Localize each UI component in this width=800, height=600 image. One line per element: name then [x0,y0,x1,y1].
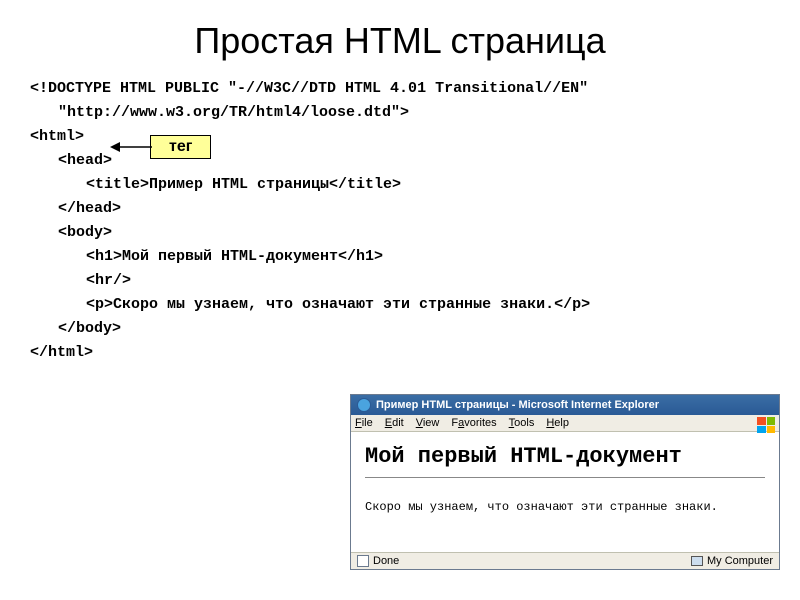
ie-icon [357,398,371,412]
browser-titlebar: Пример HTML страницы - Microsoft Interne… [351,395,779,415]
browser-viewport: Мой первый HTML-документ Скоро мы узнаем… [351,432,779,552]
menu-view[interactable]: View [416,417,440,429]
browser-menubar: File Edit View Favorites Tools Help [351,415,779,432]
computer-icon [691,556,703,566]
windows-logo-icon [757,417,775,433]
browser-window: Пример HTML страницы - Microsoft Interne… [350,394,780,570]
status-zone-text: My Computer [707,555,773,567]
menu-favorites[interactable]: Favorites [451,417,496,429]
menu-file[interactable]: File [355,417,373,429]
browser-statusbar: Done My Computer [351,552,779,569]
callout-arrow [110,140,152,154]
code-title: <title>Пример HTML страницы</title> [30,173,770,197]
slide-title: Простая HTML страница [0,0,800,77]
menu-edit[interactable]: Edit [385,417,404,429]
code-hr: <hr/> [30,269,770,293]
rendered-p: Скоро мы узнаем, что означают эти странн… [365,500,765,514]
code-example: <!DOCTYPE HTML PUBLIC "-//W3C//DTD HTML … [0,77,800,365]
code-body-close: </body> [30,317,770,341]
code-body-open: <body> [30,221,770,245]
menu-tools[interactable]: Tools [509,417,535,429]
status-right: My Computer [691,555,773,567]
document-icon [357,555,369,567]
code-p: <p>Скоро мы узнаем, что означают эти стр… [30,293,770,317]
code-head-close: </head> [30,197,770,221]
browser-title-text: Пример HTML страницы - Microsoft Interne… [376,399,659,411]
code-doctype: <!DOCTYPE HTML PUBLIC "-//W3C//DTD HTML … [30,77,770,125]
code-h1: <h1>Мой первый HTML-документ</h1> [30,245,770,269]
status-left: Done [357,555,399,567]
code-html-close: </html> [30,341,770,365]
rendered-h1: Мой первый HTML-документ [365,444,765,469]
menu-help[interactable]: Help [546,417,569,429]
rendered-hr [365,477,765,478]
callout-tag: тег [150,135,211,159]
status-done-text: Done [373,555,399,567]
